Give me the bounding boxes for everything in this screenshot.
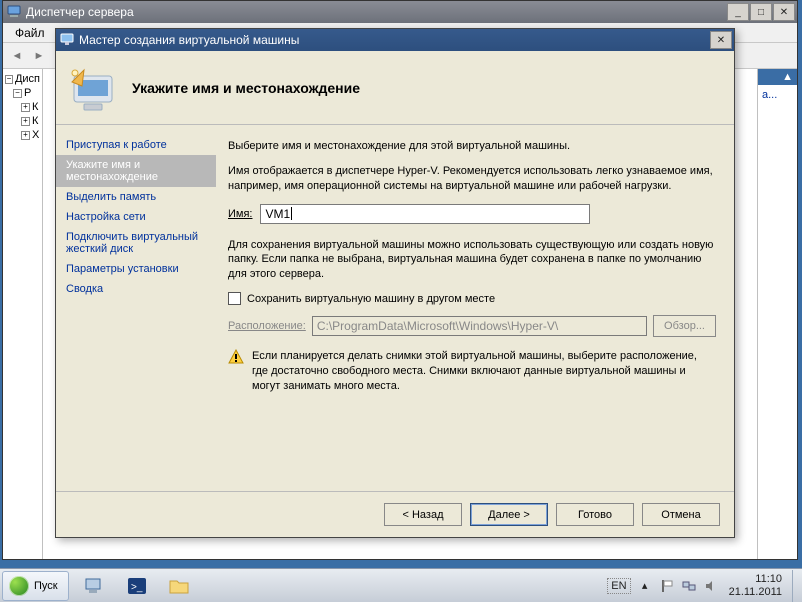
nav-before-you-begin[interactable]: Приступая к работе: [56, 135, 216, 155]
cancel-button[interactable]: Отмена: [642, 503, 720, 526]
maximize-button[interactable]: □: [750, 3, 772, 21]
location-label: Расположение:: [228, 320, 306, 332]
name-value: VM1: [265, 207, 290, 221]
desc2-text: Для сохранения виртуальной машины можно …: [228, 238, 716, 283]
wizard-footer: < Назад Далее > Готово Отмена: [56, 491, 734, 537]
windows-orb-icon: [9, 576, 29, 596]
parent-title: Диспетчер сервера: [26, 5, 134, 19]
tray-volume-icon[interactable]: [703, 578, 719, 594]
svg-text:>_: >_: [131, 582, 143, 593]
nav-summary[interactable]: Сводка: [56, 279, 216, 299]
start-label: Пуск: [34, 580, 58, 592]
store-elsewhere-row: Сохранить виртуальную машину в другом ме…: [228, 292, 716, 305]
expander-icon[interactable]: −: [13, 89, 22, 98]
back-icon[interactable]: ◄: [9, 48, 25, 64]
tree-item[interactable]: + Х: [5, 129, 40, 141]
tray-flag-icon[interactable]: [659, 578, 675, 594]
expander-icon[interactable]: +: [21, 131, 30, 140]
location-row: Расположение: C:\ProgramData\Microsoft\W…: [228, 315, 716, 337]
tree-label: К: [32, 115, 38, 127]
taskbar-explorer[interactable]: [159, 572, 199, 600]
taskbar: Пуск >_ EN ▴ 11:10 21.11.2011: [0, 568, 802, 602]
wizard-main: Выберите имя и местонахождение для этой …: [216, 125, 734, 491]
close-button[interactable]: ✕: [773, 3, 795, 21]
tree-label: К: [32, 101, 38, 113]
nav-assign-memory[interactable]: Выделить память: [56, 187, 216, 207]
finish-button[interactable]: Готово: [556, 503, 634, 526]
nav-specify-name[interactable]: Укажите имя и местонахождение: [56, 155, 216, 187]
desc-text: Имя отображается в диспетчере Hyper-V. Р…: [228, 164, 716, 194]
tray-up-icon[interactable]: ▴: [637, 578, 653, 594]
tray-network-icon[interactable]: [681, 578, 697, 594]
clock[interactable]: 11:10 21.11.2011: [725, 573, 786, 597]
taskbar-powershell[interactable]: >_: [117, 572, 157, 600]
nav-connect-vhd[interactable]: Подключить виртуальный жесткий диск: [56, 227, 216, 259]
name-row: Имя: VM1: [228, 204, 716, 224]
tree-pane[interactable]: − Дисп − Р + К + К + Х: [3, 69, 43, 559]
wizard-titlebar[interactable]: Мастер создания виртуальной машины ✕: [56, 29, 734, 51]
warning-block: Если планируется делать снимки этой вирт…: [228, 349, 716, 394]
location-value: C:\ProgramData\Microsoft\Windows\Hyper-V…: [317, 319, 558, 333]
tree-item[interactable]: − Р: [5, 87, 40, 99]
tree-root[interactable]: − Дисп: [5, 73, 40, 85]
parent-titlebar[interactable]: Диспетчер сервера _ □ ✕: [3, 1, 797, 23]
tree-label: Р: [24, 87, 31, 99]
wizard-header: Укажите имя и местонахождение: [56, 51, 734, 125]
actions-pane: ▲ а...: [757, 69, 797, 559]
wizard-nav: Приступая к работе Укажите имя и местона…: [56, 125, 216, 491]
action-link[interactable]: а...: [758, 85, 797, 105]
show-desktop-button[interactable]: [792, 570, 802, 602]
minimize-button[interactable]: _: [727, 3, 749, 21]
tree-label: Х: [32, 129, 39, 141]
warning-text: Если планируется делать снимки этой вирт…: [252, 349, 716, 394]
tree-item[interactable]: + К: [5, 101, 40, 113]
actions-header: ▲: [758, 69, 797, 85]
cursor-icon: [291, 207, 292, 220]
wizard-hero-icon: [62, 58, 122, 118]
store-elsewhere-label: Сохранить виртуальную машину в другом ме…: [247, 293, 495, 305]
language-indicator[interactable]: EN: [607, 578, 630, 594]
clock-date: 21.11.2011: [729, 586, 782, 598]
forward-icon[interactable]: ►: [31, 48, 47, 64]
name-input[interactable]: VM1: [260, 204, 590, 224]
taskbar-server-manager[interactable]: [75, 572, 115, 600]
expander-icon[interactable]: +: [21, 117, 30, 126]
clock-time: 11:10: [729, 573, 782, 585]
system-tray: EN ▴ 11:10 21.11.2011: [601, 573, 792, 597]
browse-button: Обзор...: [653, 315, 716, 337]
new-vm-wizard: Мастер создания виртуальной машины ✕ Ука…: [55, 28, 735, 538]
wizard-close-button[interactable]: ✕: [710, 31, 732, 49]
wizard-heading: Укажите имя и местонахождение: [132, 80, 360, 96]
wizard-title: Мастер создания виртуальной машины: [79, 33, 299, 47]
nav-install-options[interactable]: Параметры установки: [56, 259, 216, 279]
server-icon: [7, 4, 21, 21]
wizard-app-icon: [60, 32, 74, 49]
store-elsewhere-checkbox[interactable]: [228, 292, 241, 305]
warning-icon: [228, 349, 244, 365]
expander-icon[interactable]: −: [5, 75, 13, 84]
tree-item[interactable]: + К: [5, 115, 40, 127]
tree-label: Дисп: [15, 73, 40, 85]
name-label: Имя:: [228, 208, 252, 220]
back-button[interactable]: < Назад: [384, 503, 462, 526]
wizard-body: Приступая к работе Укажите имя и местона…: [56, 125, 734, 491]
location-input: C:\ProgramData\Microsoft\Windows\Hyper-V…: [312, 316, 647, 336]
start-button[interactable]: Пуск: [2, 571, 69, 601]
expander-icon[interactable]: +: [21, 103, 30, 112]
nav-configure-networking[interactable]: Настройка сети: [56, 207, 216, 227]
file-menu[interactable]: Файл: [7, 24, 53, 42]
next-button[interactable]: Далее >: [470, 503, 548, 526]
intro-text: Выберите имя и местонахождение для этой …: [228, 139, 716, 154]
